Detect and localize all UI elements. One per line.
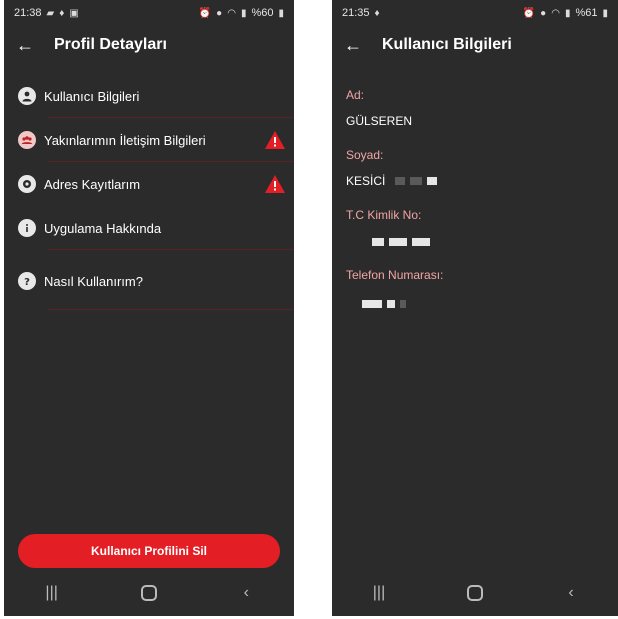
page-title: Profil Detayları xyxy=(54,36,167,53)
redacted-text xyxy=(395,177,438,185)
back-arrow-icon[interactable]: ← xyxy=(344,35,368,56)
page-title: Kullanıcı Bilgileri xyxy=(382,36,512,53)
menu-item-about-app[interactable]: Uygulama Hakkında xyxy=(4,206,294,250)
notification-icon: ♦ xyxy=(374,7,380,19)
last-name-value: KESİCİ xyxy=(346,174,386,188)
home-icon[interactable] xyxy=(140,585,157,601)
menu-item-how-to-use[interactable]: ? Nasıl Kullanırım? xyxy=(4,252,294,310)
battery-percent: %60 xyxy=(251,7,274,19)
svg-text:?: ? xyxy=(24,277,30,287)
status-time: 21:38 xyxy=(14,7,42,19)
help-icon: ? xyxy=(18,272,36,290)
field-label-phone: Telefon Numarası: xyxy=(346,268,444,282)
user-info-screen: 21:35 ♦ ⏰ ● ◠ ▮ %61 ▮ ← Kullanıcı Bilgil… xyxy=(332,0,618,616)
menu-item-user-info[interactable]: Kullanıcı Bilgileri xyxy=(4,74,294,118)
field-label-last-name: Soyad: xyxy=(346,148,384,162)
divider xyxy=(48,249,294,250)
field-value-phone xyxy=(352,300,618,308)
battery-icon: ▮ xyxy=(278,7,284,19)
battery-percent: %61 xyxy=(575,7,598,19)
location-icon xyxy=(18,175,36,193)
message-icon: ▰ xyxy=(46,7,55,19)
warning-icon xyxy=(265,131,285,149)
location-status-icon: ● xyxy=(216,7,223,19)
home-icon[interactable] xyxy=(467,585,483,601)
menu-item-label: Yakınlarımın İletişim Bilgileri xyxy=(44,132,206,148)
person-icon xyxy=(18,87,36,105)
status-bar: 21:35 ♦ ⏰ ● ◠ ▮ %61 ▮ xyxy=(332,0,618,26)
wifi-icon: ◠ xyxy=(227,7,236,19)
menu-item-address-records[interactable]: Adres Kayıtlarım xyxy=(4,162,294,206)
alarm-icon: ⏰ xyxy=(198,7,212,19)
notification-icon: ♦ xyxy=(59,7,65,19)
profile-details-screen: 21:38 ▰ ♦ ▣ ⏰ ● ◠ ▮ %60 ▮ ← Profil Detay… xyxy=(4,0,294,616)
status-bar: 21:38 ▰ ♦ ▣ ⏰ ● ◠ ▮ %60 ▮ xyxy=(4,0,294,26)
menu-item-label: Nasıl Kullanırım? xyxy=(44,273,143,289)
menu-item-relatives-contacts[interactable]: Yakınlarımın İletişim Bilgileri xyxy=(4,118,294,162)
app-bar: ← Profil Detayları xyxy=(4,26,294,64)
image-icon: ▣ xyxy=(69,7,79,19)
alarm-icon: ⏰ xyxy=(522,7,536,19)
menu-item-label: Adres Kayıtlarım xyxy=(44,176,141,192)
navigation-bar: ||| ‹ xyxy=(4,570,294,616)
user-info-fields: Ad: GÜLSEREN Soyad: KESİCİ T.C Kimlik No… xyxy=(332,64,618,308)
app-bar: ← Kullanıcı Bilgileri xyxy=(332,26,618,64)
navigation-bar: ||| ‹ xyxy=(332,570,618,616)
recent-apps-icon[interactable]: ||| xyxy=(359,584,399,602)
group-icon xyxy=(18,131,36,149)
field-value-first-name: GÜLSEREN xyxy=(346,114,618,128)
field-value-last-name: KESİCİ xyxy=(346,174,618,188)
status-time: 21:35 xyxy=(342,7,370,19)
redacted-text xyxy=(372,238,430,246)
divider xyxy=(48,309,294,310)
menu-item-label: Kullanıcı Bilgileri xyxy=(44,88,140,104)
profile-menu: Kullanıcı Bilgileri Yakınlarımın İletişi… xyxy=(4,74,294,310)
back-arrow-icon[interactable]: ← xyxy=(16,35,40,56)
wifi-icon: ◠ xyxy=(551,7,560,19)
field-value-tc-id xyxy=(362,238,618,246)
menu-item-label: Uygulama Hakkında xyxy=(44,220,162,236)
recent-apps-icon[interactable]: ||| xyxy=(32,584,72,602)
location-status-icon: ● xyxy=(540,7,547,19)
back-icon[interactable]: ‹ xyxy=(551,584,591,602)
signal-icon: ▮ xyxy=(564,7,571,19)
signal-icon: ▮ xyxy=(240,7,247,19)
battery-icon: ▮ xyxy=(602,7,608,19)
warning-icon xyxy=(265,175,285,193)
redacted-text xyxy=(362,300,406,308)
delete-profile-button[interactable]: Kullanıcı Profilini Sil xyxy=(18,534,280,568)
info-icon xyxy=(18,219,36,237)
field-label-tc-id: T.C Kimlik No: xyxy=(346,208,422,222)
back-icon[interactable]: ‹ xyxy=(226,584,266,602)
field-label-first-name: Ad: xyxy=(346,88,365,102)
first-name-value: GÜLSEREN xyxy=(346,114,413,128)
